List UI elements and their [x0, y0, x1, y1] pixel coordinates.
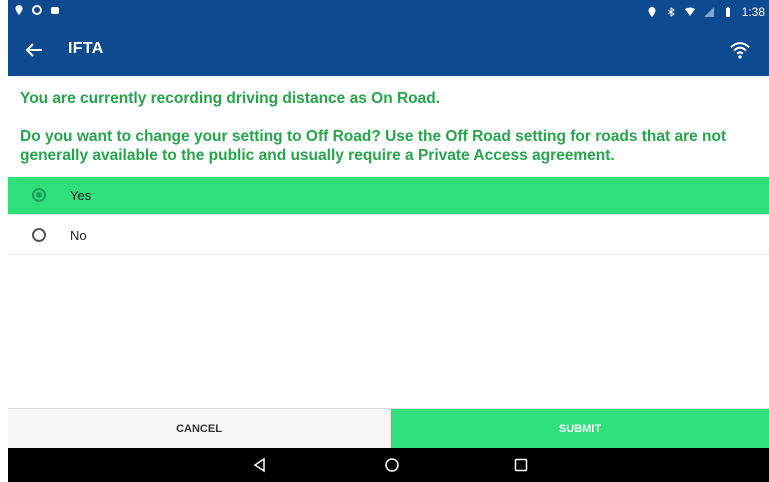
wifi-icon [684, 7, 695, 16]
action-bar: CANCEL SUBMIT [8, 408, 769, 449]
notification-icon [51, 7, 59, 14]
option-no-label: No [70, 228, 87, 243]
sync-icon [32, 5, 42, 15]
status-bar: 1:38 [8, 0, 769, 24]
radio-button-yes[interactable] [32, 188, 46, 202]
app-window: 1:38 IFTA You are currently recording dr… [8, 0, 769, 482]
status-right-icons: 1:38 [647, 5, 765, 19]
home-circle-icon[interactable] [384, 457, 400, 473]
battery-icon [725, 7, 730, 17]
submit-button[interactable]: SUBMIT [391, 409, 769, 449]
page-title: IFTA [68, 40, 104, 57]
radio-button-no[interactable] [32, 228, 46, 242]
current-setting-message: You are currently recording driving dist… [20, 90, 441, 107]
recents-square-icon[interactable] [513, 457, 529, 473]
location-icon [648, 7, 656, 17]
option-no[interactable]: No [8, 217, 769, 255]
signal-icon [703, 7, 714, 17]
back-triangle-icon[interactable] [252, 457, 268, 473]
option-yes-label: Yes [70, 188, 92, 203]
app-bar: IFTA [8, 24, 769, 76]
cancel-button[interactable]: CANCEL [8, 409, 391, 449]
bluetooth-icon [667, 7, 675, 17]
option-yes[interactable]: Yes [8, 177, 769, 215]
status-left-icons [14, 5, 60, 15]
system-nav-bar [8, 448, 769, 482]
arrow-left-icon[interactable] [22, 38, 46, 62]
status-time: 1:38 [741, 5, 765, 19]
wifi-icon[interactable] [729, 39, 751, 61]
change-setting-question: Do you want to change your setting to Of… [20, 128, 727, 164]
location-icon [15, 5, 23, 15]
